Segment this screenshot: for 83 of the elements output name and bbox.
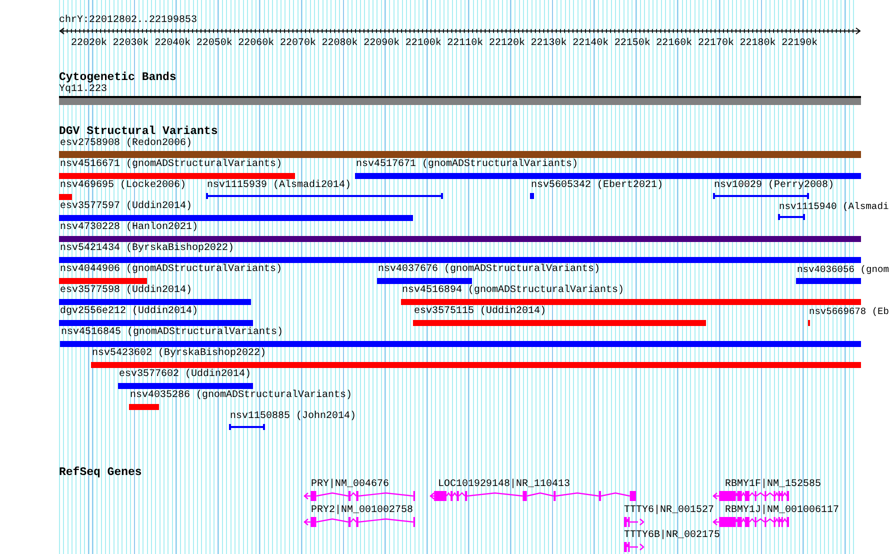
gene-label: RBMY1F|NM_152585 [725,479,822,490]
variant-bar[interactable] [59,278,147,284]
gene-model-drawing[interactable] [303,491,415,501]
location-label: chrY:22012802..22199853 [59,14,198,26]
scale-label: 22080k [322,38,358,49]
variant-bar[interactable] [59,257,861,263]
variant-label: dgv2556e212 (Uddin2014) [60,306,198,317]
variant-label: nsv4035286 (gnomADStructuralVariants) [130,390,352,401]
scale-label: 22170k [698,38,734,49]
variant-label: nsv1115940 (Alsmadi [779,201,889,212]
gene-model-drawing[interactable] [624,542,644,552]
variant-label: nsv4516671 (gnomADStructuralVariants) [60,159,282,170]
gene-label: TTTY6|NR_001527 [624,505,714,516]
variant-label: esv3575115 (Uddin2014) [414,306,546,317]
variant-label: esv3577602 (Uddin2014) [119,369,252,380]
variant-label: esv3577597 (Uddin2014) [60,201,192,212]
variant-bar[interactable] [59,299,251,305]
scale-label: 22040k [154,38,191,49]
scale-label: 22070k [280,38,316,49]
variant-bar[interactable] [59,236,861,242]
variant-bar[interactable] [377,278,472,284]
scale-label: 22130k [530,38,567,49]
variant-bar[interactable] [60,341,861,347]
variant-label: nsv5423602 (ByrskaBishop2022) [92,348,266,359]
scale-label: 22100k [405,38,442,49]
variant-label: nsv4036056 (gnom [797,264,889,275]
gene-label: TTTY6B|NR_002175 [624,530,720,541]
scale-label: 22060k [238,38,274,49]
variant-span[interactable] [778,214,805,220]
gene-model-drawing[interactable] [712,491,789,501]
variant-label: nsv4516845 (gnomADStructuralVariants) [61,327,284,338]
variant-label: nsv4044906 (gnomADStructuralVariants) [60,264,282,275]
variant-bar[interactable] [59,173,295,179]
variant-span[interactable] [229,424,265,430]
variant-bar[interactable] [401,299,861,305]
band-label: Yq11.223 [59,84,108,96]
variant-span[interactable] [206,193,443,199]
scale-label: 22020k [71,38,107,49]
scale-label: 22150k [614,38,650,49]
track-title: RefSeq Genes [59,467,143,479]
gene-label: PRY|NM_004676 [311,479,390,490]
variant-bar[interactable] [129,404,159,410]
variant-label: esv2758908 (Redon2006) [60,138,192,149]
variant-bar[interactable] [413,320,706,326]
variant-label: esv3577598 (Uddin2014) [60,285,192,296]
scale-label: 22030k [112,38,149,49]
gene-label: LOC101929148|NR_110413 [438,479,570,490]
variant-label: nsv469695 (Locke2006) [60,180,186,191]
variant-label: nsv4517671 (gnomADStructuralVariants) [356,159,578,170]
gene-label: RBMY1J|NM_001006117 [725,505,840,516]
track-title: DGV Structural Variants [59,126,219,138]
scale-label: 22190k [782,38,818,49]
variant-label: nsv5421434 (ByrskaBishop2022) [60,243,234,254]
gene-model-drawing[interactable] [712,517,789,527]
scale-label: 22160k [656,38,692,49]
variant-label: nsv1115939 (Alsmadi2014) [207,180,352,191]
variant-label: nsv4516894 (gnomADStructuralVariants) [402,285,624,296]
gene-model-drawing[interactable] [429,491,636,501]
scale-label: 22110k [447,38,484,49]
variant-bar[interactable] [59,194,72,200]
variant-bar[interactable] [118,383,253,389]
gene-model-drawing[interactable] [303,517,415,527]
variant-label: nsv10029 (Perry2008) [714,180,834,191]
variant-bar[interactable] [796,278,861,284]
scale-label: 22120k [489,38,525,49]
gene-label: PRY2|NM_001002758 [311,505,414,516]
scale-label: 22090k [364,38,400,49]
variant-bar[interactable] [59,215,413,221]
variant-label: nsv4037676 (gnomADStructuralVariants) [378,264,600,275]
variant-label: nsv4730228 (Hanlon2021) [60,222,198,233]
variant-bar[interactable] [59,320,253,326]
variant-label: nsv1150885 (John2014) [230,411,356,422]
variant-span[interactable] [713,193,809,199]
variant-bar[interactable] [355,173,861,179]
variant-label: nsv5605342 (Ebert2021) [531,180,664,191]
variant-bar[interactable] [91,362,861,368]
track-title: Cytogenetic Bands [59,72,178,84]
gene-model-drawing[interactable] [624,517,644,527]
scale-label: 22050k [196,38,232,49]
variant-bar[interactable] [59,151,861,158]
variant-label: nsv5669678 (Eb [809,306,889,317]
scale-label: 22140k [572,38,609,49]
scale-label: 22180k [740,38,776,49]
